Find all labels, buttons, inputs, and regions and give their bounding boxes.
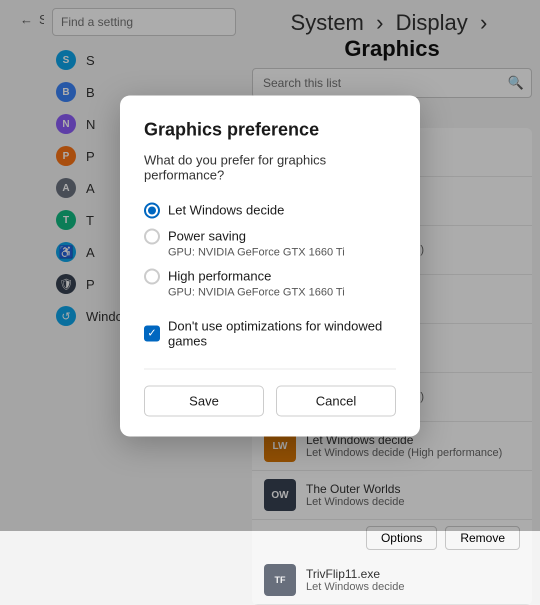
radio-item-high-performance[interactable]: High performance GPU: NVIDIA GeForce GTX… [144,264,396,302]
dialog-buttons: Save Cancel [144,385,396,416]
radio-label-row-let-windows[interactable]: Let Windows decide [144,202,396,218]
radio-input-high-performance[interactable] [144,268,160,284]
dialog-divider [144,368,396,369]
checkbox-windowed-games[interactable]: ✓ Don't use optimizations for windowed g… [144,318,396,348]
radio-label-row-power-saving[interactable]: Power saving [144,228,396,244]
radio-item-let-windows[interactable]: Let Windows decide [144,198,396,222]
radio-group-graphics: Let Windows decide Power saving GPU: NVI… [144,198,396,302]
cancel-button[interactable]: Cancel [276,385,396,416]
radio-sub-power-saving: GPU: NVIDIA GeForce GTX 1660 Ti [168,246,396,258]
graphics-preference-dialog: Graphics preference What do you prefer f… [120,95,420,436]
app-icon-trivflip: TF [264,564,296,596]
radio-sub-high-performance: GPU: NVIDIA GeForce GTX 1660 Ti [168,286,396,298]
dialog-title: Graphics preference [144,119,396,140]
dialog-subtitle: What do you prefer for graphics performa… [144,152,396,182]
radio-label-row-high-performance[interactable]: High performance [144,268,396,284]
radio-label-power-saving: Power saving [168,229,246,244]
radio-label-high-performance: High performance [168,269,271,284]
radio-input-let-windows[interactable] [144,202,160,218]
radio-input-power-saving[interactable] [144,228,160,244]
radio-item-power-saving[interactable]: Power saving GPU: NVIDIA GeForce GTX 166… [144,224,396,262]
list-item-trivflip: TF TrivFlip11.exe Let Windows decide [252,556,532,605]
save-button[interactable]: Save [144,385,264,416]
radio-label-let-windows: Let Windows decide [168,203,284,218]
app-name: TrivFlip11.exe [306,567,404,581]
checkbox-input[interactable]: ✓ [144,325,160,341]
checkbox-label: Don't use optimizations for windowed gam… [168,318,396,348]
app-status: Let Windows decide [306,581,404,593]
